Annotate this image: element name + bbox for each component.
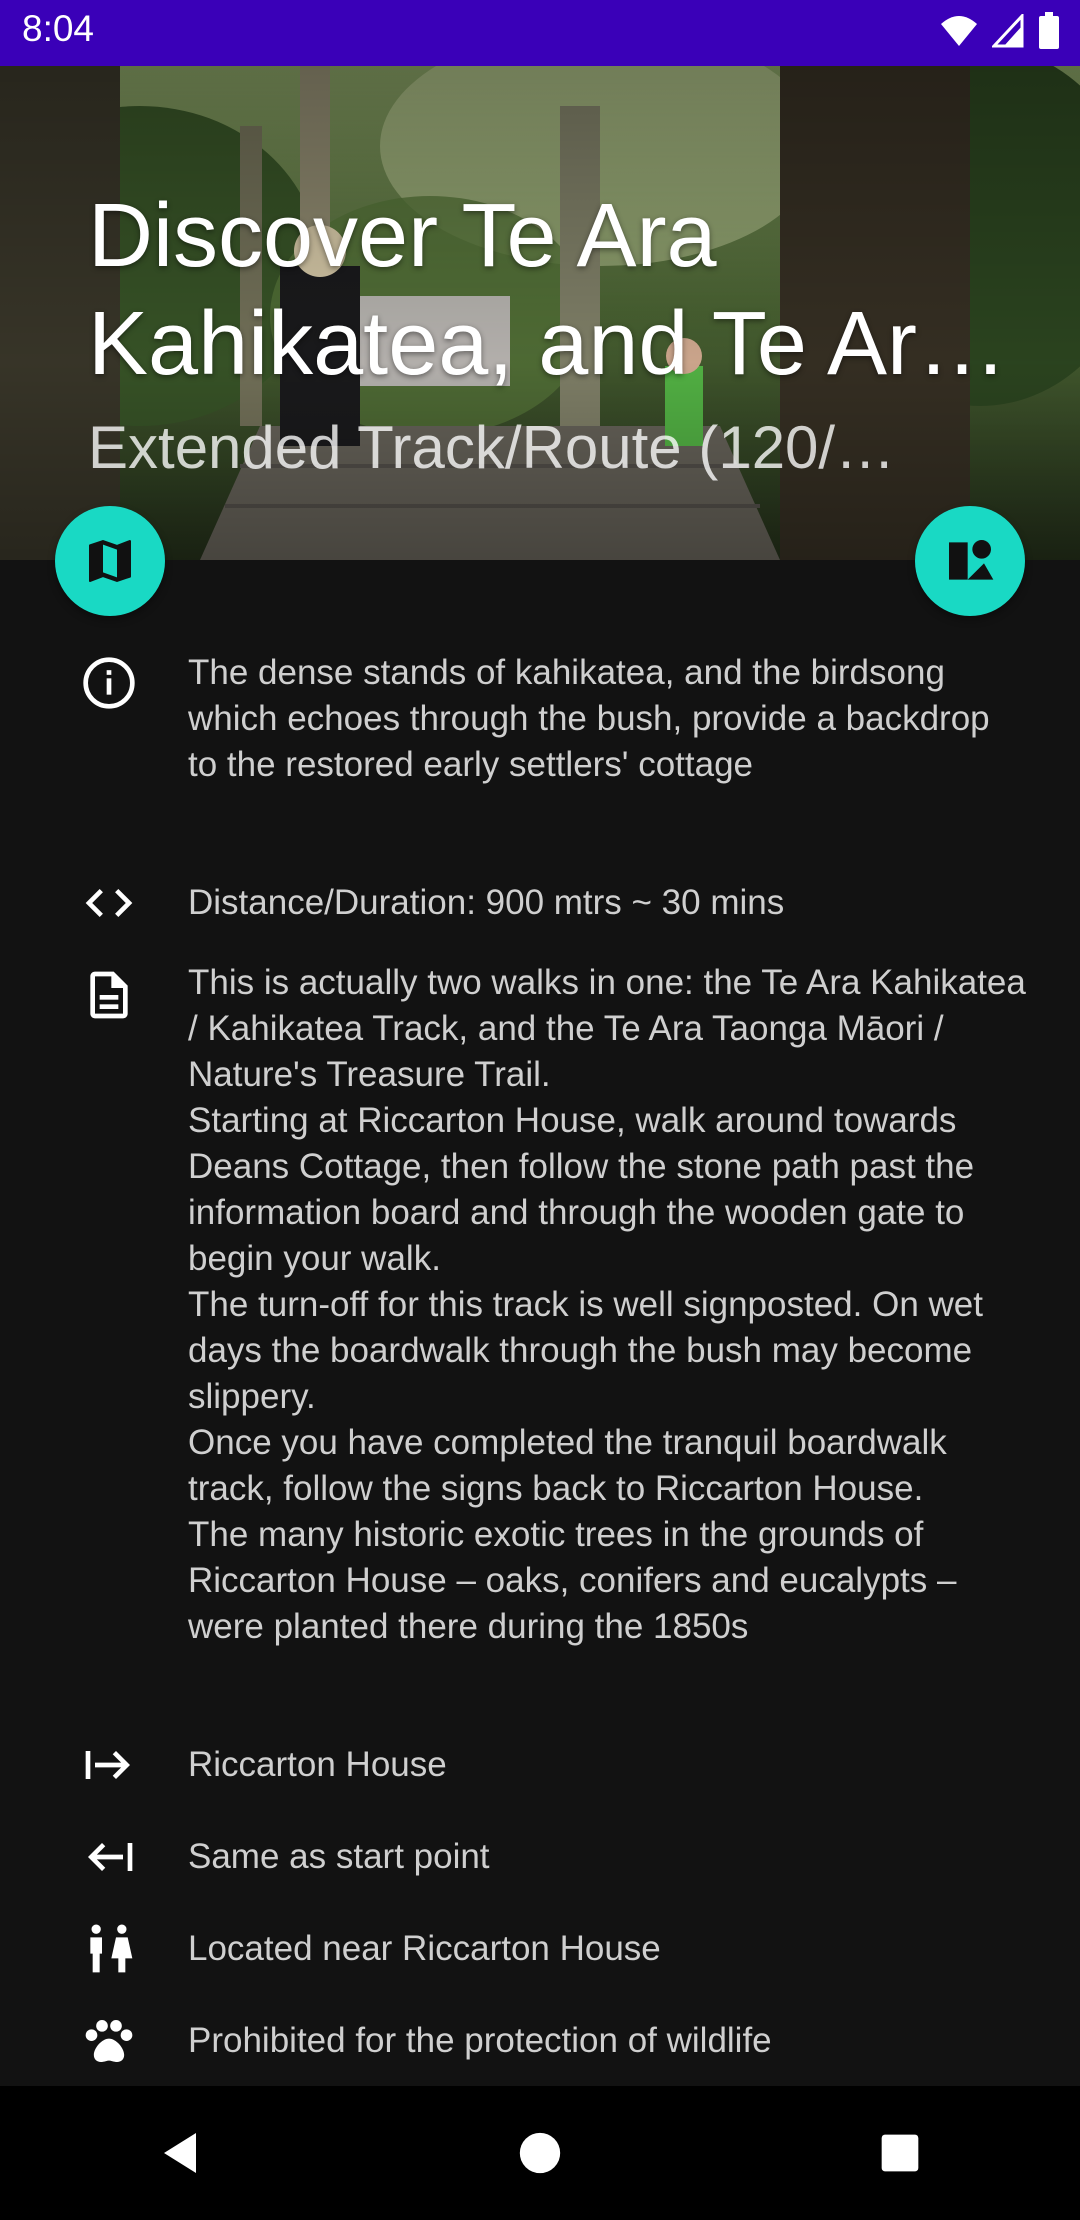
cellular-signal-icon (992, 14, 1024, 48)
paw-icon (78, 2010, 140, 2072)
wifi-icon (941, 16, 977, 46)
status-time: 8:04 (22, 8, 95, 49)
info-icon (78, 652, 140, 714)
map-button[interactable] (55, 506, 165, 616)
track-subtitle: Extended Track/Route (120/… (88, 414, 896, 481)
track-title: Discover Te Ara Kahikatea, and Te Ara Ta… (88, 186, 967, 394)
description-icon (78, 964, 140, 1026)
status-icons (940, 12, 1060, 50)
recents-square-icon (881, 2134, 919, 2172)
distance-text: Distance/Duration: 900 mtrs ~ 30 mins (188, 883, 785, 922)
status-bar: 8:04 (0, 0, 1080, 66)
toilets-text: Located near Riccarton House (188, 1929, 661, 1968)
person-pin-icon (949, 540, 994, 580)
battery-icon (1039, 12, 1059, 49)
back-button[interactable] (120, 2093, 240, 2213)
dogs-text: Prohibited for the protection of wildlif… (188, 2021, 772, 2060)
back-triangle-icon (164, 2133, 196, 2173)
track-details: The dense stands of kahikatea, and the b… (0, 560, 1080, 2086)
end-point-text: Same as start point (188, 1837, 490, 1876)
description-text: This is actually two walks in one: the T… (188, 963, 1026, 1646)
end-arrow-icon (78, 1826, 140, 1888)
person-pin-button[interactable] (915, 506, 1025, 616)
summary-text: The dense stands of kahikatea, and the b… (188, 653, 990, 784)
hero-image: Discover Te Ara Kahikatea, and Te Ara Ta… (0, 66, 1080, 560)
home-circle-icon (519, 2132, 561, 2174)
start-arrow-icon (78, 1734, 140, 1796)
start-point-text: Riccarton House (188, 1745, 447, 1784)
toilets-icon (78, 1918, 140, 1980)
home-button[interactable] (480, 2093, 600, 2213)
map-icon (89, 540, 131, 582)
recents-button[interactable] (840, 2093, 960, 2213)
navigation-bar (0, 2086, 1080, 2220)
code-brackets-icon (78, 872, 140, 934)
